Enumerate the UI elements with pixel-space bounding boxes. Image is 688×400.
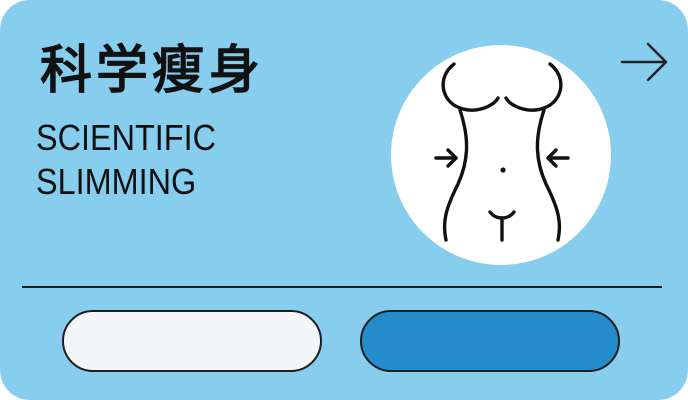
title-english-line2: SLIMMING bbox=[36, 161, 197, 202]
body-waist-slimming-icon bbox=[390, 44, 612, 266]
left-pill-button[interactable] bbox=[62, 310, 322, 372]
divider bbox=[22, 286, 662, 288]
right-pill-button[interactable] bbox=[360, 310, 620, 372]
slimming-card[interactable]: 科学瘦身 SCIENTIFIC SLIMMING bbox=[0, 0, 688, 400]
title-chinese: 科学瘦身 bbox=[40, 41, 265, 101]
arrow-right-icon[interactable] bbox=[618, 40, 670, 84]
title-english-line1: SCIENTIFIC bbox=[36, 117, 217, 158]
